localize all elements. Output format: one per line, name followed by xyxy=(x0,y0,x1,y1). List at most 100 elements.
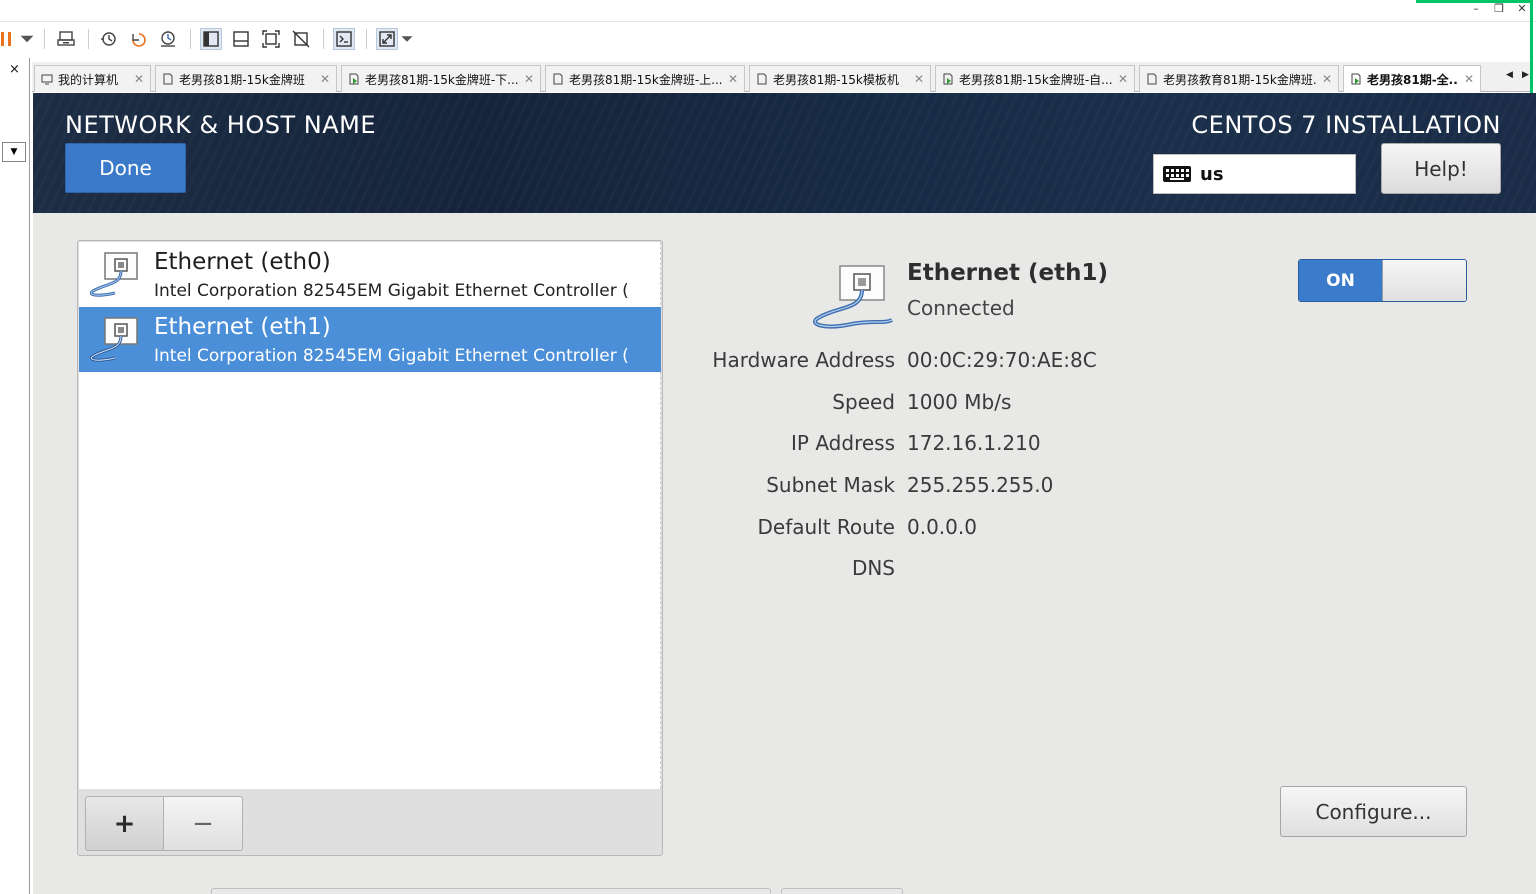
subnet-mask-value: 255.255.255.0 xyxy=(907,473,1054,497)
close-tab-icon[interactable]: ✕ xyxy=(134,72,144,86)
computer-icon xyxy=(41,74,53,85)
tab-label: 老男孩81期-全... xyxy=(1367,72,1458,87)
snapshot-icon[interactable] xyxy=(97,28,119,50)
pause-icon[interactable] xyxy=(0,28,14,50)
default-route-label: Default Route xyxy=(757,515,896,539)
tab-vm[interactable]: 老男孩81期-15k模板机 ✕ xyxy=(749,65,931,92)
vm-running-icon xyxy=(943,73,953,85)
dns-label: DNS xyxy=(851,556,895,580)
tab-vm[interactable]: 老男孩81期-15k金牌班-自... ✕ xyxy=(935,65,1135,92)
vm-icon xyxy=(553,73,563,85)
hostname-field-edge[interactable] xyxy=(211,888,771,894)
selected-device-name: Ethernet (eth1) xyxy=(907,260,1108,286)
device-description: Intel Corporation 82545EM Gigabit Ethern… xyxy=(154,281,629,301)
restore-button[interactable]: ❐ xyxy=(1490,2,1508,16)
tab-scroll-left-icon[interactable]: ◀ xyxy=(1506,70,1513,80)
hardware-address-label: Hardware Address xyxy=(712,348,895,372)
revert-snapshot-icon[interactable] xyxy=(127,28,149,50)
default-route-value: 0.0.0.0 xyxy=(907,515,977,539)
close-sidebar-button[interactable]: × xyxy=(9,62,20,77)
device-name: Ethernet (eth0) xyxy=(154,249,331,275)
vmware-toolbar xyxy=(0,22,1530,56)
done-button[interactable]: Done xyxy=(65,143,186,193)
tab-vm[interactable]: 老男孩教育81期-15k金牌班... ✕ xyxy=(1139,65,1339,92)
switch-on-label: ON xyxy=(1299,260,1382,301)
keyboard-layout-indicator[interactable]: us xyxy=(1153,154,1356,194)
vm-running-icon xyxy=(1351,73,1361,85)
keyboard-layout-value: us xyxy=(1200,163,1224,185)
minimize-button[interactable]: – xyxy=(1467,2,1485,16)
ip-address-label: IP Address xyxy=(791,431,895,455)
subnet-mask-label: Subnet Mask xyxy=(766,473,895,497)
send-ctrl-alt-del-icon[interactable] xyxy=(55,28,77,50)
fullscreen-icon[interactable] xyxy=(260,28,282,50)
list-item-eth0[interactable]: Ethernet (eth0) Intel Corporation 82545E… xyxy=(79,242,661,307)
close-tab-icon[interactable]: ✕ xyxy=(320,72,330,86)
vm-icon xyxy=(1147,73,1157,85)
library-sidebar: × ▼ xyxy=(0,58,30,894)
device-description: Intel Corporation 82545EM Gigabit Ethern… xyxy=(154,346,629,366)
device-name: Ethernet (eth1) xyxy=(154,314,331,340)
list-item-eth1[interactable]: Ethernet (eth1) Intel Corporation 82545E… xyxy=(79,307,661,372)
toolbar-divider xyxy=(88,29,89,49)
tab-label: 我的计算机 xyxy=(58,72,119,87)
tab-my-computer[interactable]: 我的计算机 ✕ xyxy=(34,65,151,92)
close-window-button[interactable]: ✕ xyxy=(1513,2,1531,16)
toolbar-divider xyxy=(323,29,324,49)
close-tab-icon[interactable]: ✕ xyxy=(1118,72,1128,86)
ethernet-icon xyxy=(813,265,893,329)
toolbar-divider xyxy=(366,29,367,49)
vm-icon xyxy=(757,73,767,85)
ethernet-icon xyxy=(89,252,138,297)
add-device-button[interactable]: + xyxy=(85,796,164,851)
tab-vm-active[interactable]: 老男孩81期-全... ✕ xyxy=(1343,65,1481,92)
device-on-off-switch[interactable]: ON xyxy=(1298,259,1467,302)
stretch-icon[interactable] xyxy=(376,28,398,50)
device-button-group: + − xyxy=(85,796,243,851)
tab-label: 老男孩81期-15k金牌班-下... xyxy=(365,72,518,87)
library-dropdown[interactable]: ▼ xyxy=(2,142,26,162)
vmware-titlebar: – ❐ ✕ xyxy=(0,0,1536,22)
chevron-down-icon: ▼ xyxy=(10,147,18,157)
installer-header: NETWORK & HOST NAME Done CENTOS 7 INSTAL… xyxy=(33,93,1536,213)
speed-value: 1000 Mb/s xyxy=(907,390,1012,414)
close-tab-icon[interactable]: ✕ xyxy=(914,72,924,86)
speed-label: Speed xyxy=(832,390,895,414)
ip-address-value: 172.16.1.210 xyxy=(907,431,1041,455)
unity-icon[interactable] xyxy=(290,28,312,50)
help-button[interactable]: Help! xyxy=(1381,143,1501,194)
connection-status: Connected xyxy=(907,296,1015,320)
close-tab-icon[interactable]: ✕ xyxy=(728,72,738,86)
tab-label: 老男孩81期-15k金牌班 xyxy=(179,72,305,87)
terminal-icon[interactable] xyxy=(333,28,355,50)
stretch-dropdown-icon[interactable] xyxy=(400,28,414,50)
toolbar-divider xyxy=(44,29,45,49)
snapshot-manager-icon[interactable] xyxy=(157,28,179,50)
remove-device-button[interactable]: − xyxy=(164,796,243,851)
configure-button[interactable]: Configure... xyxy=(1280,786,1467,837)
sidebar-view-icon[interactable] xyxy=(200,28,222,50)
console-view-icon[interactable] xyxy=(230,28,252,50)
close-tab-icon[interactable]: ✕ xyxy=(1322,72,1332,86)
tab-vm[interactable]: 老男孩81期-15k金牌班-上... ✕ xyxy=(545,65,745,92)
tab-label: 老男孩81期-15k金牌班-自... xyxy=(959,72,1112,87)
product-title: CENTOS 7 INSTALLATION xyxy=(1191,111,1501,139)
tab-vm[interactable]: 老男孩81期-15k金牌班-下... ✕ xyxy=(341,65,541,92)
tab-scroll-right-icon[interactable]: ▶ xyxy=(1522,70,1529,80)
apply-button-edge[interactable] xyxy=(781,888,903,894)
vm-running-icon xyxy=(349,73,359,85)
dropdown-icon[interactable] xyxy=(19,28,35,50)
page-title: NETWORK & HOST NAME xyxy=(65,111,376,139)
device-list: Ethernet (eth0) Intel Corporation 82545E… xyxy=(79,242,661,789)
tab-label: 老男孩81期-15k模板机 xyxy=(773,72,899,87)
device-panel: Ethernet (eth0) Intel Corporation 82545E… xyxy=(77,240,663,856)
ethernet-icon xyxy=(89,317,138,362)
installer-body: Ethernet (eth0) Intel Corporation 82545E… xyxy=(33,213,1536,894)
tab-label: 老男孩教育81期-15k金牌班... xyxy=(1163,72,1316,87)
tab-label: 老男孩81期-15k金牌班-上... xyxy=(569,72,722,87)
close-tab-icon[interactable]: ✕ xyxy=(524,72,534,86)
vm-tab-bar: 我的计算机 ✕ 老男孩81期-15k金牌班 ✕ 老男孩81期-15k金牌班-下.… xyxy=(32,62,1530,92)
tab-vm[interactable]: 老男孩81期-15k金牌班 ✕ xyxy=(155,65,337,92)
close-tab-icon[interactable]: ✕ xyxy=(1464,72,1474,86)
vm-icon xyxy=(163,73,173,85)
